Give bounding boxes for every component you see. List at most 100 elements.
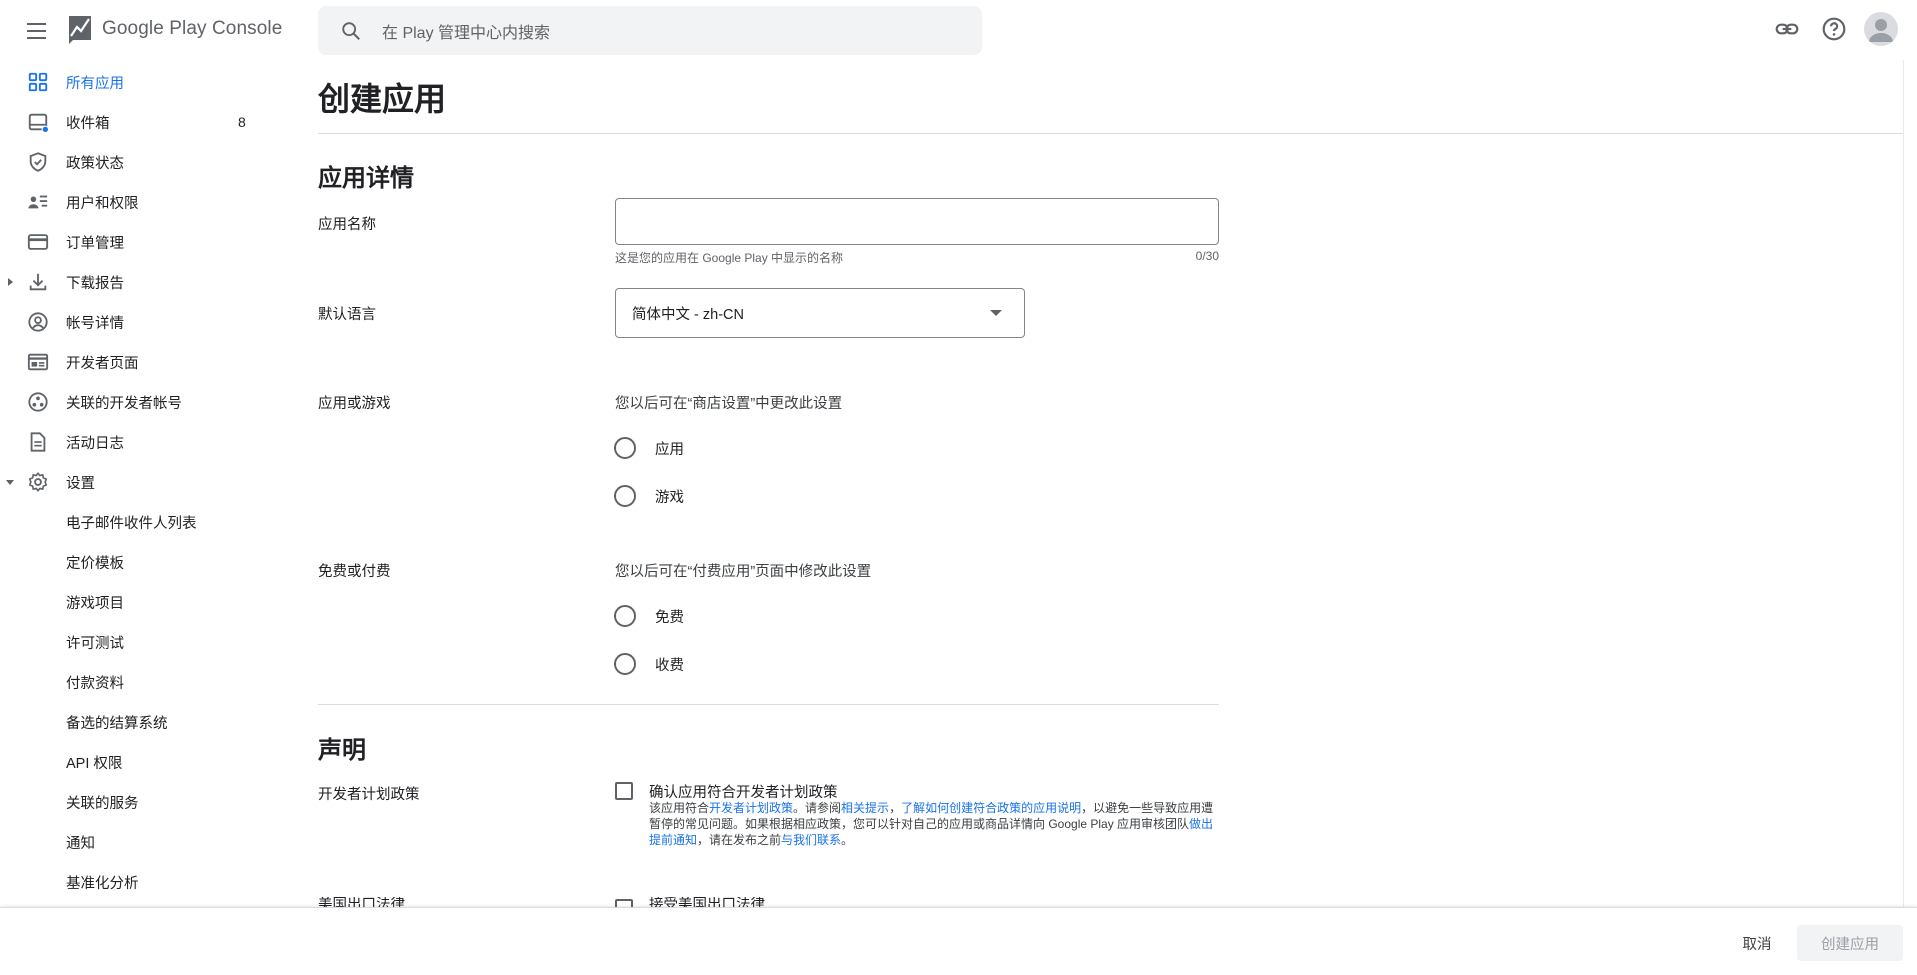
sidebar-nav: 所有应用 收件箱 8 政策状态 用户和权限 订单管理 下载报告 帐号详情 开发者… xyxy=(0,62,280,907)
download-icon xyxy=(29,273,47,291)
radio-game-label: 游戏 xyxy=(655,489,684,506)
cancel-button[interactable]: 取消 xyxy=(1730,928,1784,958)
search-bar[interactable]: 在 Play 管理中心内搜索 xyxy=(318,6,982,55)
sidebar-subitem-label: 通知 xyxy=(66,835,95,852)
linked-accounts-icon xyxy=(28,392,48,412)
sidebar-subitem-benchmarking[interactable]: 基准化分析 xyxy=(0,862,260,902)
policy-text-part: 该应用符合 xyxy=(649,801,710,815)
radio-game[interactable]: 游戏 xyxy=(614,485,684,507)
radio-circle-icon xyxy=(614,485,636,507)
radio-paid[interactable]: 收费 xyxy=(614,653,684,675)
radio-free[interactable]: 免费 xyxy=(614,605,684,627)
app-name-helper-text: 这是您的应用在 Google Play 中显示的名称 xyxy=(615,251,844,265)
dropdown-arrow-icon xyxy=(990,310,1002,316)
sidebar-item-label: 开发者页面 xyxy=(66,355,139,372)
free-or-paid-label: 免费或付费 xyxy=(318,564,391,580)
radio-app-label: 应用 xyxy=(655,441,684,458)
sidebar-subitem-api-access[interactable]: API 权限 xyxy=(0,742,260,782)
link-icon[interactable] xyxy=(1774,16,1800,42)
sidebar-item-label: 下载报告 xyxy=(66,275,124,292)
sidebar-item-activity-log[interactable]: 活动日志 xyxy=(0,422,260,462)
search-icon xyxy=(342,21,360,40)
credit-card-icon xyxy=(27,234,49,250)
default-language-label: 默认语言 xyxy=(318,307,376,323)
contact-us-link[interactable]: 与我们联系 xyxy=(781,833,841,847)
caret-down-icon[interactable] xyxy=(5,477,15,487)
sidebar-item-linked-developer-accounts[interactable]: 关联的开发者帐号 xyxy=(0,382,260,422)
app-details-section-title: 应用详情 xyxy=(318,165,414,192)
sidebar-item-label: 关联的开发者帐号 xyxy=(66,395,182,412)
radio-circle-icon xyxy=(614,605,636,627)
web-page-icon xyxy=(27,353,49,371)
hamburger-menu-icon[interactable] xyxy=(24,17,50,43)
policy-compliant-description-link[interactable]: 了解如何创建符合政策的应用说明 xyxy=(901,801,1081,815)
sidebar-item-developer-page[interactable]: 开发者页面 xyxy=(0,342,260,382)
sidebar-item-label: 设置 xyxy=(66,475,95,492)
export-law-checkbox-row: 接受美国出口法律 xyxy=(615,897,915,907)
sidebar-subitem-alternative-billing[interactable]: 备选的结算系统 xyxy=(0,702,260,742)
document-icon xyxy=(30,432,46,452)
sidebar-item-label: 所有应用 xyxy=(66,75,124,92)
policy-text-part: ，请在发布之前 xyxy=(697,833,782,847)
radio-paid-label: 收费 xyxy=(655,657,684,674)
sidebar-subitem-email-lists[interactable]: 电子邮件收件人列表 xyxy=(0,502,260,542)
caret-right-icon[interactable] xyxy=(5,277,15,287)
developer-program-policy-link[interactable]: 开发者计划政策 xyxy=(709,801,793,815)
sidebar-subitem-license-testing[interactable]: 许可测试 xyxy=(0,622,260,662)
sidebar-item-label: 政策状态 xyxy=(66,155,124,172)
help-icon[interactable] xyxy=(1821,16,1847,42)
policy-text-part: ， xyxy=(889,801,902,815)
sidebar-subitem-label: 基准化分析 xyxy=(66,875,139,892)
sidebar-item-label: 活动日志 xyxy=(66,435,124,452)
radio-app[interactable]: 应用 xyxy=(614,437,684,459)
sidebar-subitem-notifications[interactable]: 通知 xyxy=(0,822,260,862)
sidebar-subitem-game-projects[interactable]: 游戏项目 xyxy=(0,582,260,622)
sidebar-item-label: 帐号详情 xyxy=(66,315,124,332)
app-logo[interactable]: Google Play Console xyxy=(66,14,282,44)
export-law-checkbox-label: 接受美国出口法律 xyxy=(649,897,765,907)
sidebar-item-policy-status[interactable]: 政策状态 xyxy=(0,142,260,182)
app-or-game-hint: 您以后可在“商店设置”中更改此设置 xyxy=(615,396,843,412)
sidebar-item-label: 用户和权限 xyxy=(66,195,139,212)
sidebar-item-label: 收件箱 xyxy=(66,115,110,132)
developer-policy-checkbox[interactable] xyxy=(615,782,633,800)
export-law-row: 美国出口法律 xyxy=(318,897,518,907)
developer-policy-description: 该应用符合开发者计划政策。请参阅相关提示，了解如何创建符合政策的应用说明，以避免… xyxy=(649,800,1219,848)
account-circle-icon xyxy=(28,312,48,332)
play-console-logo-icon xyxy=(69,16,91,44)
app-name-input[interactable] xyxy=(615,198,1219,245)
related-tips-link[interactable]: 相关提示 xyxy=(841,801,889,815)
default-language-select[interactable]: 简体中文 - zh-CN xyxy=(615,288,1025,338)
app-name-char-counter: 0/30 xyxy=(1195,249,1219,263)
sidebar-item-settings[interactable]: 设置 xyxy=(0,462,260,502)
grid-icon xyxy=(28,72,48,92)
shield-check-icon xyxy=(29,152,47,172)
sidebar-subitem-label: 电子邮件收件人列表 xyxy=(66,515,197,532)
sidebar-subitem-label: API 权限 xyxy=(66,755,123,772)
app-name-label: 应用名称 xyxy=(318,217,376,233)
sidebar-subitem-label: 付款资料 xyxy=(66,675,124,692)
export-law-checkbox[interactable] xyxy=(615,899,633,907)
inbox-icon xyxy=(28,113,49,133)
avatar[interactable] xyxy=(1864,12,1898,46)
sidebar-item-account-details[interactable]: 帐号详情 xyxy=(0,302,260,342)
sidebar-item-inbox[interactable]: 收件箱 8 xyxy=(0,102,260,142)
sidebar-subitem-pricing-templates[interactable]: 定价模板 xyxy=(0,542,260,582)
users-list-icon xyxy=(28,195,48,209)
create-app-button[interactable]: 创建应用 xyxy=(1797,925,1903,961)
inbox-count-badge: 8 xyxy=(238,114,246,130)
export-law-label: 美国出口法律 xyxy=(318,897,405,907)
free-or-paid-hint: 您以后可在“付费应用”页面中修改此设置 xyxy=(615,564,872,580)
sidebar-item-download-reports[interactable]: 下载报告 xyxy=(0,262,260,302)
sidebar-item-users-permissions[interactable]: 用户和权限 xyxy=(0,182,260,222)
scrollbar-track[interactable] xyxy=(1903,60,1904,907)
top-app-bar: Google Play Console 在 Play 管理中心内搜索 xyxy=(0,0,1917,60)
sidebar-item-all-apps[interactable]: 所有应用 xyxy=(0,62,260,102)
sidebar-item-label: 订单管理 xyxy=(66,235,124,252)
sidebar-subitem-linked-services[interactable]: 关联的服务 xyxy=(0,782,260,822)
account-avatar-icon xyxy=(1869,19,1893,42)
sidebar-subitem-payments-profile[interactable]: 付款资料 xyxy=(0,662,260,702)
sidebar-item-order-management[interactable]: 订单管理 xyxy=(0,222,260,262)
page-title: 创建应用 xyxy=(318,81,447,117)
search-input[interactable]: 在 Play 管理中心内搜索 xyxy=(382,19,550,43)
